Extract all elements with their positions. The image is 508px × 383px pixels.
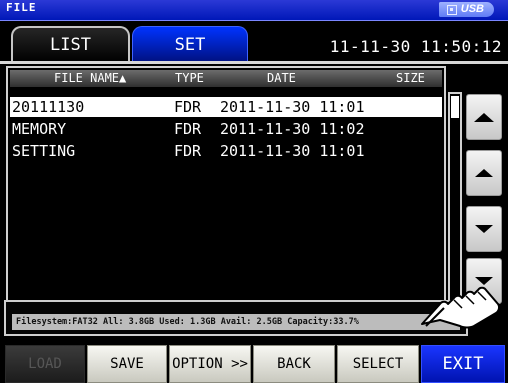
- filesystem-status: Filesystem:FAT32 All: 3.8GB Used: 1.3GB …: [12, 314, 460, 330]
- tab-list[interactable]: LIST: [11, 26, 130, 62]
- media-icon: [446, 4, 457, 15]
- column-header-date[interactable]: DATE: [267, 71, 296, 85]
- file-date: 2011-11-30 11:02: [220, 120, 365, 138]
- column-header-type[interactable]: TYPE: [175, 71, 204, 85]
- load-button[interactable]: LOAD: [5, 345, 85, 383]
- file-name: SETTING: [12, 142, 76, 160]
- file-name: 20111130: [12, 98, 85, 116]
- usb-label: USB: [460, 3, 484, 15]
- file-date: 2011-11-30 11:01: [220, 98, 365, 116]
- select-button[interactable]: SELECT: [337, 345, 419, 383]
- file-name: MEMORY: [12, 120, 67, 138]
- pointing-hand-icon: [421, 286, 501, 329]
- column-header-size[interactable]: SIZE: [396, 71, 425, 85]
- file-date: 2011-11-30 11:01: [220, 142, 365, 160]
- scrollbar-thumb[interactable]: [451, 96, 459, 118]
- exit-button[interactable]: EXIT: [421, 345, 505, 383]
- file-list-panel: FILE NAME▲ TYPE DATE SIZE 20111130 FDR 2…: [6, 66, 446, 328]
- save-button[interactable]: SAVE: [87, 345, 167, 383]
- option-button[interactable]: OPTION >>: [169, 345, 251, 383]
- clock: 11-11-30 11:50:12: [329, 37, 502, 56]
- table-row[interactable]: 20111130 FDR 2011-11-30 11:01: [10, 97, 442, 117]
- page-up-icon: [474, 112, 494, 122]
- table-header: FILE NAME▲ TYPE DATE SIZE: [10, 70, 442, 87]
- file-type: FDR: [174, 120, 202, 138]
- line-down-icon: [475, 225, 493, 233]
- tab-divider: [0, 61, 508, 64]
- line-up-button[interactable]: [466, 150, 502, 196]
- line-up-icon: [475, 169, 493, 177]
- title-bar: FILE USB: [0, 0, 508, 21]
- table-row[interactable]: SETTING FDR 2011-11-30 11:01: [10, 141, 442, 161]
- column-header-file-name[interactable]: FILE NAME▲: [54, 71, 126, 85]
- page-up-button[interactable]: [466, 94, 502, 140]
- back-button[interactable]: BACK: [253, 345, 335, 383]
- file-type: FDR: [174, 142, 202, 160]
- table-row[interactable]: MEMORY FDR 2011-11-30 11:02: [10, 119, 442, 139]
- file-type: FDR: [174, 98, 202, 116]
- line-down-button[interactable]: [466, 206, 502, 252]
- usb-indicator: USB: [438, 2, 494, 17]
- window-title: FILE: [6, 1, 37, 14]
- status-bar: Filesystem:FAT32 All: 3.8GB Used: 1.3GB …: [4, 300, 468, 336]
- tab-set[interactable]: SET: [132, 26, 248, 62]
